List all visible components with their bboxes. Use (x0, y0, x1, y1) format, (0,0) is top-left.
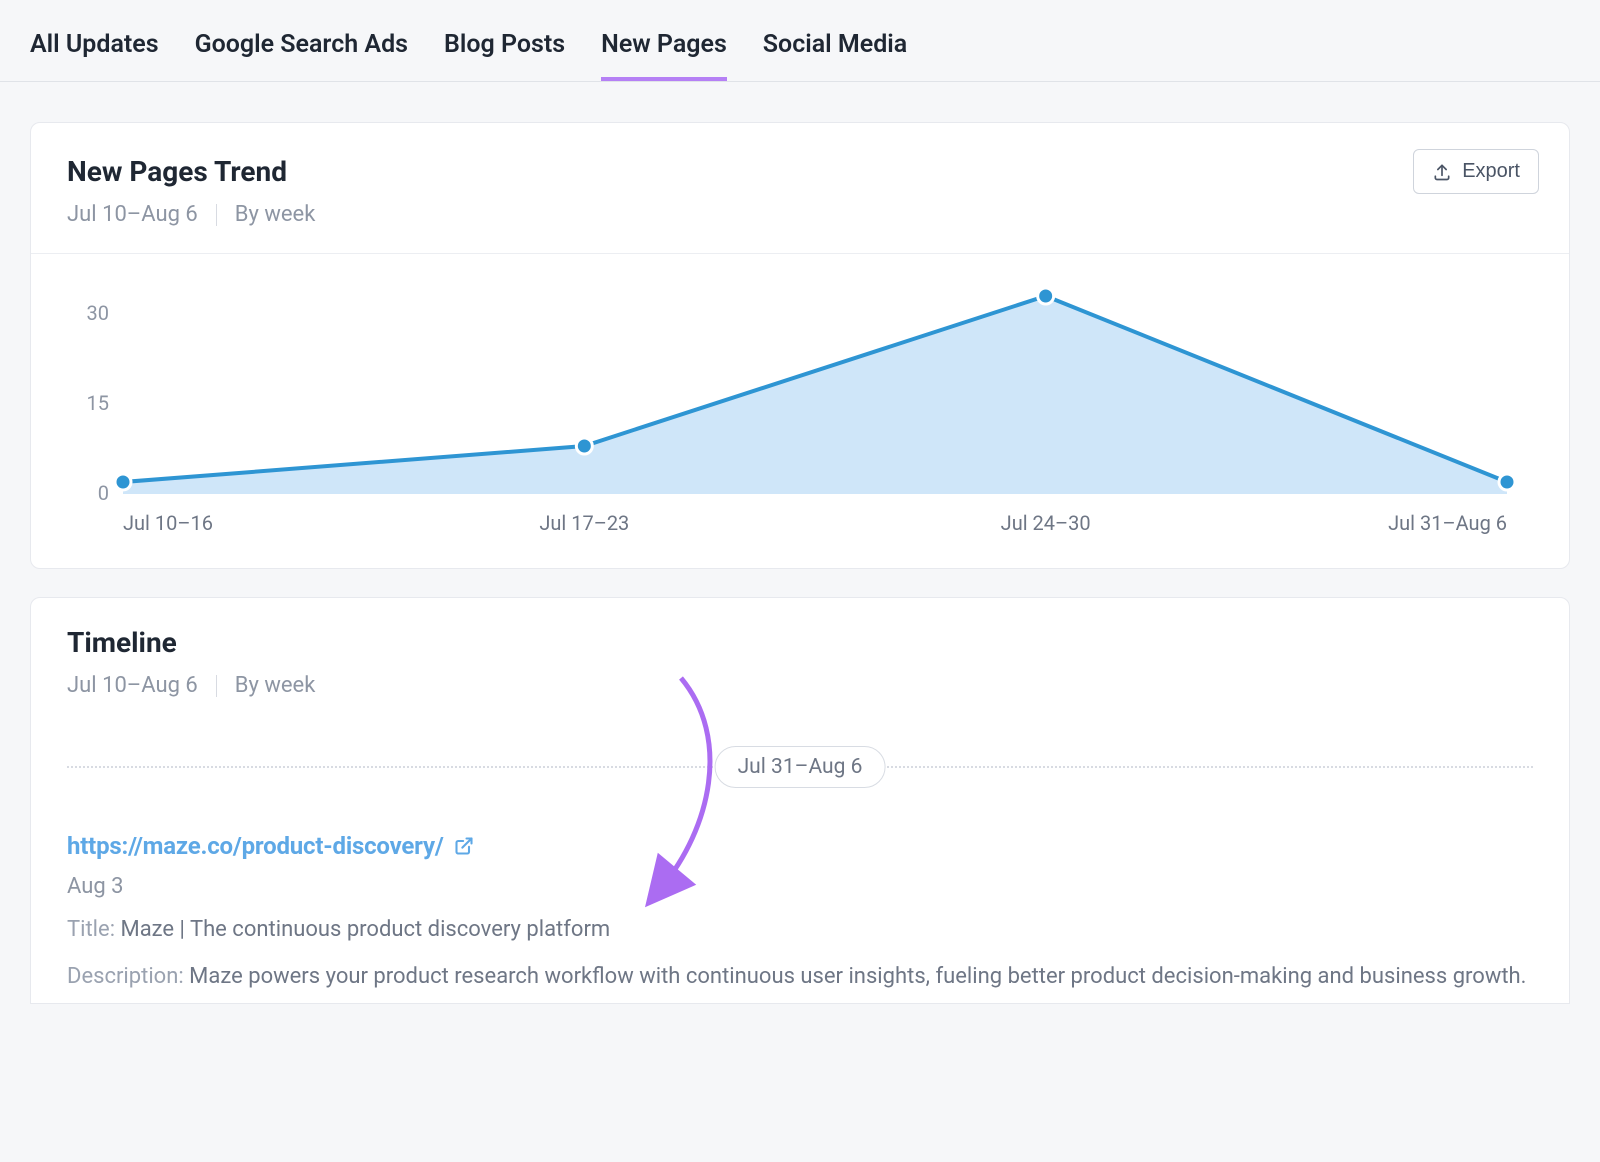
timeline-card: Timeline Jul 10–Aug 6 By week Jul 31–Aug… (30, 597, 1570, 1004)
vertical-separator (216, 675, 217, 697)
svg-text:15: 15 (87, 391, 109, 415)
export-button[interactable]: Export (1413, 149, 1539, 194)
svg-text:Jul 10–16: Jul 10–16 (123, 511, 213, 535)
vertical-separator (216, 204, 217, 226)
svg-text:Jul 24–30: Jul 24–30 (1001, 511, 1091, 535)
tab-all-updates[interactable]: All Updates (30, 30, 159, 81)
entry-desc-value: Maze powers your product research workfl… (189, 964, 1526, 989)
trend-grouping: By week (235, 202, 316, 227)
entry-title-label: Title: (67, 917, 115, 942)
entry-date: Aug 3 (67, 874, 1533, 899)
tab-new-pages[interactable]: New Pages (601, 30, 727, 81)
export-label: Export (1462, 160, 1520, 183)
timeline-grouping: By week (235, 673, 316, 698)
timeline-range: Jul 10–Aug 6 (67, 673, 198, 698)
svg-text:Jul 17–23: Jul 17–23 (539, 511, 629, 535)
timeline-date-pill: Jul 31–Aug 6 (715, 746, 886, 788)
trend-range: Jul 10–Aug 6 (67, 202, 198, 227)
external-link-icon (454, 836, 474, 856)
tab-social-media[interactable]: Social Media (763, 30, 907, 81)
tab-blog-posts[interactable]: Blog Posts (444, 30, 565, 81)
export-icon (1432, 162, 1452, 182)
entry-url-text: https://maze.co/product-discovery/ (67, 832, 444, 860)
entry-desc-label: Description: (67, 964, 184, 989)
timeline-title: Timeline (67, 626, 1533, 659)
timeline-entry: https://maze.co/product-discovery/ Aug 3… (31, 768, 1569, 993)
tabs-bar: All Updates Google Search Ads Blog Posts… (0, 0, 1600, 82)
entry-title-value: Maze | The continuous product discovery … (121, 917, 611, 942)
entry-desc-row: Description: Maze powers your product re… (67, 960, 1533, 993)
trend-chart: 0 15 30 Jul 10–16 Jul 17–23 Jul 24–30 Jul 31–A… (31, 253, 1569, 548)
entry-title-row: Title: Maze | The continuous product dis… (67, 913, 1533, 946)
svg-text:0: 0 (98, 481, 109, 505)
trend-title: New Pages Trend (67, 155, 1533, 188)
svg-text:30: 30 (87, 301, 109, 325)
trend-card: Export New Pages Trend Jul 10–Aug 6 By w… (30, 122, 1570, 569)
timeline-separator: Jul 31–Aug 6 (67, 766, 1533, 768)
entry-url-link[interactable]: https://maze.co/product-discovery/ (67, 832, 474, 860)
tab-google-search-ads[interactable]: Google Search Ads (195, 30, 408, 81)
svg-text:Jul 31–Aug 6: Jul 31–Aug 6 (1388, 511, 1507, 535)
